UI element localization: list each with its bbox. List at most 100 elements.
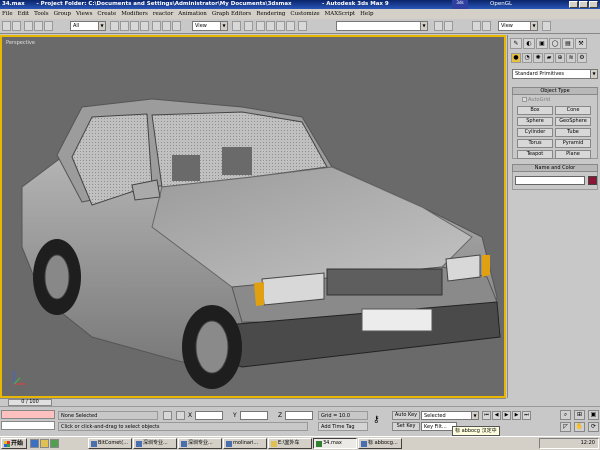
set-key-button[interactable]: Set Key	[392, 422, 420, 431]
window-crossing-button[interactable]	[140, 21, 149, 31]
time-slider[interactable]: 0 / 100	[0, 398, 506, 406]
key-mode-dropdown[interactable]: Selected ▼	[421, 411, 479, 420]
select-by-name-button[interactable]	[120, 21, 129, 31]
maxscript-listener-input[interactable]	[1, 410, 55, 419]
select-manipulate-button[interactable]	[244, 21, 253, 31]
tab-display[interactable]: ▤	[562, 38, 574, 49]
menu-graph-editors[interactable]: Graph Editors	[212, 11, 251, 17]
cone-button[interactable]: Cone	[555, 106, 591, 115]
pivot-button[interactable]	[232, 21, 241, 31]
tab-create[interactable]: ✎	[510, 38, 522, 49]
scale-button[interactable]	[172, 21, 181, 31]
task-item-active[interactable]: 34.max	[313, 438, 357, 449]
tab-utilities[interactable]: ⚒	[575, 38, 587, 49]
menu-reactor[interactable]: reactor	[153, 11, 173, 17]
folder-icon[interactable]	[40, 439, 49, 448]
selection-filter-dropdown[interactable]: All ▼	[70, 21, 106, 31]
maxscript-output[interactable]	[1, 421, 55, 430]
minimize-button[interactable]	[569, 1, 578, 8]
start-button[interactable]: 开始	[1, 438, 27, 449]
systems-icon[interactable]: ⚙	[577, 53, 587, 63]
shapes-icon[interactable]: ◔	[522, 53, 532, 63]
time-slider-thumb[interactable]: 0 / 100	[8, 399, 52, 406]
unlink-button[interactable]	[34, 21, 43, 31]
viewport-label[interactable]: Perspective	[6, 40, 35, 46]
link-button[interactable]	[24, 21, 33, 31]
plane-button[interactable]: Plane	[555, 150, 591, 159]
clock[interactable]: 12:20	[581, 440, 595, 446]
spinner-snap-button[interactable]	[286, 21, 295, 31]
next-frame-button[interactable]: ▶	[512, 411, 521, 420]
auto-key-button[interactable]: Auto Key	[392, 411, 420, 420]
menu-help[interactable]: Help	[360, 11, 373, 17]
tab-modify[interactable]: ◐	[523, 38, 535, 49]
goto-end-button[interactable]: ⏭	[522, 411, 531, 420]
tube-button[interactable]: Tube	[555, 128, 591, 137]
named-selection-sets-field[interactable]: ▼	[336, 21, 428, 31]
mirror-button[interactable]	[434, 21, 443, 31]
car-model-render[interactable]	[2, 37, 504, 396]
material-editor-button[interactable]	[472, 21, 481, 31]
menu-animation[interactable]: Animation	[178, 11, 207, 17]
tab-motion[interactable]: ◯	[549, 38, 561, 49]
field-of-view-icon[interactable]: ◸	[560, 422, 571, 432]
select-object-button[interactable]	[110, 21, 119, 31]
task-item[interactable]: molinari...	[223, 438, 267, 449]
geometry-icon[interactable]: ●	[511, 53, 521, 63]
box-button[interactable]: Box	[517, 106, 553, 115]
tab-hierarchy[interactable]: ▣	[536, 38, 548, 49]
object-type-rollout-header[interactable]: Object Type	[512, 87, 598, 95]
menu-group[interactable]: Group	[54, 11, 71, 17]
angle-snap-button[interactable]	[266, 21, 275, 31]
percent-snap-button[interactable]	[276, 21, 285, 31]
sphere-button[interactable]: Sphere	[517, 117, 553, 126]
quick-render-button[interactable]	[542, 21, 551, 31]
menu-views[interactable]: Views	[76, 11, 92, 17]
y-coordinate-field[interactable]	[240, 411, 268, 420]
zoom-icon[interactable]: ⌕	[560, 410, 571, 420]
pan-icon[interactable]: ✋	[574, 422, 585, 432]
menu-file[interactable]: File	[2, 11, 13, 17]
menu-create[interactable]: Create	[97, 11, 116, 17]
object-name-input[interactable]	[515, 176, 585, 185]
align-button[interactable]	[444, 21, 453, 31]
pyramid-button[interactable]: Pyramid	[555, 139, 591, 148]
teapot-button[interactable]: Teapot	[517, 150, 553, 159]
move-button[interactable]	[152, 21, 161, 31]
cameras-icon[interactable]: ▰	[544, 53, 554, 63]
name-color-rollout-header[interactable]: Name and Color	[512, 164, 598, 172]
arc-rotate-icon[interactable]: ⟳	[588, 422, 599, 432]
primitive-category-dropdown[interactable]: Standard Primitives ▼	[512, 69, 598, 79]
play-button[interactable]: ▶	[502, 411, 511, 420]
menu-tools[interactable]: Tools	[34, 11, 48, 17]
task-item[interactable]: 深圳专业...	[178, 438, 222, 449]
render-view-dropdown[interactable]: View ▼	[498, 21, 538, 31]
region-select-button[interactable]	[130, 21, 139, 31]
helpers-icon[interactable]: ⊕	[555, 53, 565, 63]
lights-icon[interactable]: ✺	[533, 53, 543, 63]
perspective-viewport[interactable]: Perspective	[0, 35, 506, 398]
menu-customize[interactable]: Customize	[290, 11, 319, 17]
cylinder-button[interactable]: Cylinder	[517, 128, 553, 137]
redo-button[interactable]	[12, 21, 21, 31]
prev-frame-button[interactable]: ◀	[492, 411, 501, 420]
task-item[interactable]: E:\室外车	[268, 438, 312, 449]
goto-start-button[interactable]: ⏮	[482, 411, 491, 420]
add-time-tag-button[interactable]: Add Time Tag	[318, 422, 368, 431]
task-item[interactable]: 深圳专业...	[133, 438, 177, 449]
task-item[interactable]: BitComet(...	[88, 438, 132, 449]
task-item[interactable]: 标 abbocg...	[358, 438, 402, 449]
desktop-icon[interactable]	[50, 439, 59, 448]
undo-button[interactable]	[2, 21, 11, 31]
x-coordinate-field[interactable]	[195, 411, 223, 420]
zoom-extents-icon[interactable]: ▣	[588, 410, 599, 420]
selection-lock-icon[interactable]	[163, 411, 172, 420]
bind-space-warp-button[interactable]	[44, 21, 53, 31]
close-button[interactable]	[589, 1, 598, 8]
autogrid-checkbox[interactable]: AutoGrid	[522, 97, 550, 103]
snap-toggle-button[interactable]	[256, 21, 265, 31]
reference-coordinate-dropdown[interactable]: View ▼	[192, 21, 228, 31]
key-icon[interactable]: ⚷	[373, 415, 380, 425]
rotate-button[interactable]	[162, 21, 171, 31]
edit-named-selections-button[interactable]	[298, 21, 307, 31]
